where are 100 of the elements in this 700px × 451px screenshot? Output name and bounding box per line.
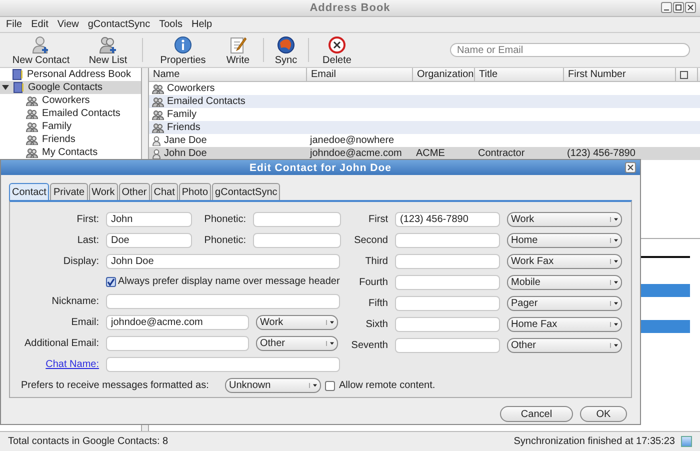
chat-name-link[interactable]: Chat Name: bbox=[46, 359, 99, 370]
phone-field[interactable] bbox=[395, 254, 500, 269]
phone-field[interactable] bbox=[395, 233, 500, 248]
dialog-button[interactable]: OK bbox=[580, 406, 627, 422]
close-button[interactable] bbox=[625, 162, 636, 173]
table-cell: Family bbox=[167, 109, 196, 120]
table-cell: ACME bbox=[416, 148, 445, 159]
type-dropdown[interactable]: Work Fax bbox=[507, 254, 622, 269]
tab[interactable]: Contact bbox=[9, 183, 50, 200]
dropdown-arrow-icon bbox=[610, 301, 618, 306]
menu-item[interactable]: View bbox=[57, 19, 79, 30]
menu-item[interactable]: Help bbox=[191, 19, 212, 30]
delete-icon bbox=[328, 36, 346, 54]
column-header[interactable]: Email bbox=[307, 68, 413, 81]
search-field[interactable]: Name or Email bbox=[450, 43, 690, 57]
field-label: Third bbox=[364, 256, 388, 267]
maximize-button[interactable] bbox=[673, 2, 684, 13]
menu-item[interactable]: Edit bbox=[31, 19, 48, 30]
type-dropdown[interactable]: Home bbox=[507, 233, 622, 248]
table-cell: Friends bbox=[167, 122, 200, 133]
people-icon bbox=[152, 96, 164, 106]
type-dropdown[interactable]: Mobile bbox=[507, 275, 622, 290]
type-dropdown[interactable]: Home Fax bbox=[507, 317, 622, 332]
people-icon bbox=[26, 134, 38, 144]
person-icon bbox=[152, 148, 161, 158]
sidebar-item[interactable]: Emailed Contacts bbox=[0, 107, 141, 120]
minimize-button[interactable] bbox=[661, 2, 672, 13]
field-label: Additional Email: bbox=[24, 338, 99, 349]
input-field[interactable]: johndoe@acme.com bbox=[106, 315, 249, 330]
input-field[interactable]: Doe bbox=[106, 233, 192, 248]
phone-field[interactable] bbox=[395, 296, 500, 311]
column-header[interactable]: First Number bbox=[564, 68, 676, 81]
table-cell: (123) 456-7890 bbox=[567, 148, 636, 159]
tab[interactable]: Other bbox=[118, 183, 150, 200]
input-field[interactable] bbox=[253, 212, 341, 227]
table-row[interactable]: Friends bbox=[149, 121, 700, 134]
table-cell: johndoe@acme.com bbox=[310, 148, 402, 159]
menu-item[interactable]: Tools bbox=[159, 19, 182, 30]
table-row[interactable]: Emailed Contacts bbox=[149, 95, 700, 108]
phone-field[interactable] bbox=[395, 317, 500, 332]
phone-field[interactable] bbox=[395, 338, 500, 353]
field-label: Phonetic: bbox=[203, 235, 246, 246]
close-icon bbox=[627, 164, 634, 171]
sidebar-item[interactable]: Coworkers bbox=[0, 94, 141, 107]
status-text: Total contacts in Google Contacts: 8 bbox=[8, 436, 168, 447]
type-dropdown[interactable]: Work bbox=[507, 212, 622, 227]
sidebar-item[interactable]: Personal Address Book bbox=[0, 68, 141, 81]
sidebar-item[interactable]: Family bbox=[0, 120, 141, 133]
toolbar-button[interactable]: Delete bbox=[315, 34, 359, 66]
toolbar-button[interactable]: Sync bbox=[270, 34, 302, 66]
column-header[interactable]: Name bbox=[149, 68, 307, 81]
tab[interactable]: Photo bbox=[178, 183, 212, 200]
checkbox[interactable] bbox=[106, 276, 116, 286]
toolbar-button[interactable]: Properties bbox=[149, 34, 217, 66]
dropdown-arrow-icon bbox=[610, 280, 618, 285]
tab[interactable]: Private bbox=[50, 183, 88, 200]
table-row[interactable]: John Doe johndoe@acme.com ACME Contractor (123) 456-7890 bbox=[149, 147, 700, 160]
field-label: Fourth bbox=[358, 277, 388, 288]
column-header[interactable]: Organization bbox=[413, 68, 475, 81]
input-field[interactable]: John bbox=[106, 212, 192, 227]
column-picker-icon bbox=[680, 70, 688, 78]
input-field[interactable]: John Doe bbox=[106, 254, 340, 269]
format-dropdown[interactable]: Unknown bbox=[225, 378, 321, 393]
table-cell: Jane Doe bbox=[164, 135, 207, 146]
field-label: Fifth bbox=[368, 298, 388, 309]
close-button[interactable] bbox=[685, 2, 696, 13]
sidebar-item[interactable]: My Contacts bbox=[0, 146, 141, 159]
input-field[interactable] bbox=[253, 233, 341, 248]
column-header[interactable]: Title bbox=[475, 68, 564, 81]
sidebar-item[interactable]: Google Contacts bbox=[0, 81, 141, 94]
menu-item[interactable]: gContactSync bbox=[88, 19, 150, 30]
status-text: Synchronization finished at 17:35:23 bbox=[514, 436, 675, 447]
tab[interactable]: Chat bbox=[150, 183, 178, 200]
people-icon bbox=[152, 84, 164, 94]
type-dropdown[interactable]: Work bbox=[256, 315, 338, 330]
dialog-title: Edit Contact for John Doe bbox=[250, 162, 392, 174]
dialog-button[interactable]: Cancel bbox=[500, 406, 573, 422]
toolbar-button[interactable]: New Contact bbox=[4, 34, 78, 66]
checkbox-label: Allow remote content. bbox=[339, 380, 436, 391]
people-plus-icon bbox=[99, 36, 117, 54]
table-cell: janedoe@nowhere bbox=[310, 135, 394, 146]
toolbar-button[interactable]: New List bbox=[80, 34, 136, 66]
input-field[interactable] bbox=[106, 294, 340, 309]
address-book-icon bbox=[13, 82, 24, 93]
input-field[interactable] bbox=[106, 336, 249, 351]
input-field[interactable] bbox=[106, 357, 340, 372]
menu-item[interactable]: File bbox=[6, 19, 22, 30]
checkbox[interactable] bbox=[325, 380, 335, 390]
toolbar-button[interactable]: Write bbox=[219, 34, 257, 66]
type-dropdown[interactable]: Pager bbox=[507, 296, 622, 311]
phone-field[interactable]: (123) 456-7890 bbox=[395, 212, 500, 227]
type-dropdown[interactable]: Other bbox=[256, 336, 338, 351]
info-icon bbox=[174, 36, 192, 54]
tab[interactable]: Work bbox=[88, 183, 118, 200]
sidebar-item[interactable]: Friends bbox=[0, 133, 141, 146]
phone-field[interactable] bbox=[395, 275, 500, 290]
tab[interactable]: gContactSync bbox=[212, 183, 280, 200]
dropdown-arrow-icon bbox=[610, 238, 618, 243]
table-cell: Emailed Contacts bbox=[167, 96, 246, 107]
type-dropdown[interactable]: Other bbox=[507, 338, 622, 353]
